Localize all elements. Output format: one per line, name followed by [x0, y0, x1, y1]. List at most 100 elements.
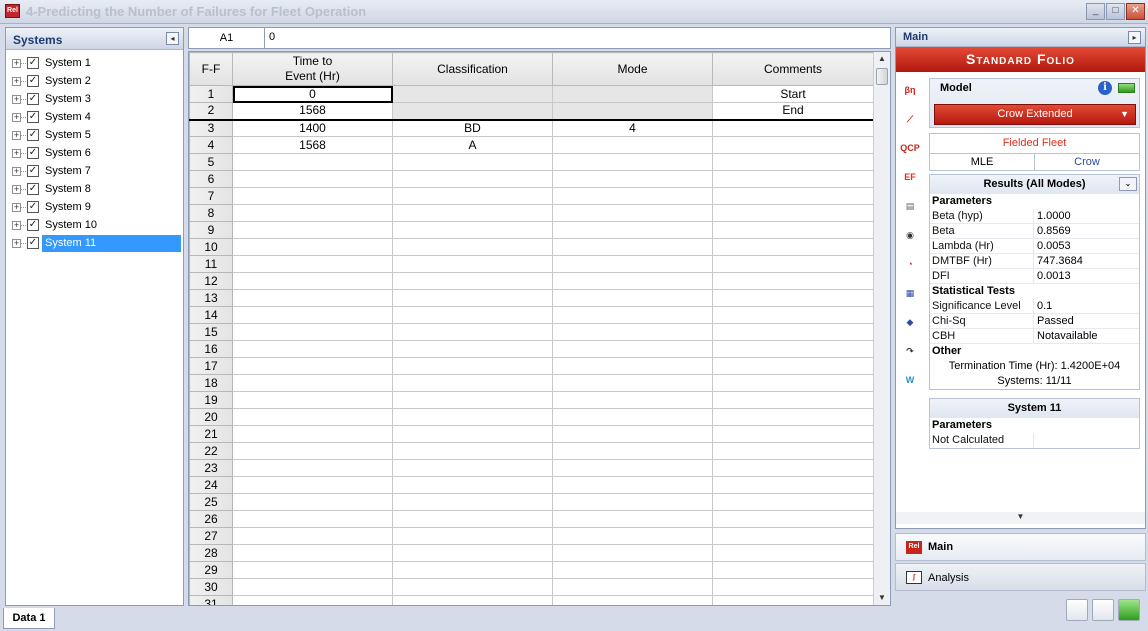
cell-cls[interactable]	[392, 187, 553, 205]
collapse-left-button[interactable]: ◂	[166, 32, 179, 45]
cell-comment[interactable]	[712, 442, 874, 460]
row-header[interactable]: 24	[189, 476, 233, 494]
checkbox[interactable]: ✓	[27, 237, 39, 249]
row-header[interactable]: 25	[189, 493, 233, 511]
cell-mode[interactable]	[552, 527, 713, 545]
collapse-right-button[interactable]: ▸	[1128, 31, 1141, 44]
expand-icon[interactable]: +	[12, 58, 21, 68]
cell-time[interactable]	[232, 255, 393, 273]
cell-mode[interactable]	[552, 442, 713, 460]
cell-time[interactable]	[232, 221, 393, 239]
cell-time[interactable]	[232, 561, 393, 579]
cell-time[interactable]	[232, 323, 393, 341]
row-header[interactable]: 29	[189, 561, 233, 579]
sheet-tab-data1[interactable]: Data 1	[3, 608, 55, 629]
row-header[interactable]: 2	[189, 102, 233, 121]
tree-item-system-1[interactable]: + ✓ System 1	[6, 54, 183, 72]
row-header[interactable]: 21	[189, 425, 233, 443]
cell-mode[interactable]	[552, 323, 713, 341]
qcp-icon[interactable]: QCP	[899, 136, 921, 160]
cell-cls[interactable]	[392, 442, 553, 460]
cell-mode[interactable]	[552, 238, 713, 256]
cell-mode[interactable]	[552, 255, 713, 273]
cell-mode[interactable]	[552, 408, 713, 426]
cell-time[interactable]	[232, 340, 393, 358]
cell-cls[interactable]: A	[392, 136, 553, 154]
ef-icon[interactable]: EF	[899, 165, 921, 189]
cell-mode[interactable]	[552, 170, 713, 188]
cell-time[interactable]	[232, 391, 393, 409]
tree-item-system-3[interactable]: + ✓ System 3	[6, 90, 183, 108]
diamond-icon[interactable]	[1092, 599, 1114, 621]
cell-mode[interactable]	[552, 561, 713, 579]
cell-comment[interactable]	[712, 238, 874, 256]
cell-time[interactable]	[232, 544, 393, 562]
checkbox[interactable]: ✓	[27, 75, 39, 87]
cell-cls[interactable]	[392, 289, 553, 307]
minimize-button[interactable]: _	[1086, 3, 1105, 20]
cell-mode[interactable]	[552, 85, 713, 103]
expand-icon[interactable]: +	[12, 184, 21, 194]
cell-cls[interactable]	[392, 204, 553, 222]
cell-cls[interactable]	[392, 391, 553, 409]
tree-item-system-5[interactable]: + ✓ System 5	[6, 126, 183, 144]
green-bar-icon[interactable]	[1118, 83, 1135, 93]
cell-comment[interactable]	[712, 170, 874, 188]
close-button[interactable]: ✕	[1126, 3, 1145, 20]
model-dropdown[interactable]: Crow Extended ▼	[934, 104, 1136, 125]
cell-comment[interactable]	[712, 221, 874, 239]
cell-cls[interactable]	[392, 425, 553, 443]
cell-comment[interactable]	[712, 425, 874, 443]
cell-time[interactable]	[232, 493, 393, 511]
cell-comment[interactable]	[712, 595, 874, 605]
row-header[interactable]: 17	[189, 357, 233, 375]
scroll-down-arrow[interactable]: ▼	[874, 591, 890, 605]
tree-item-system-8[interactable]: + ✓ System 8	[6, 180, 183, 198]
row-header[interactable]: 26	[189, 510, 233, 528]
cell-comment[interactable]: Start	[712, 85, 874, 103]
cell-mode[interactable]	[552, 289, 713, 307]
cell-comment[interactable]	[712, 255, 874, 273]
scroll-thumb[interactable]	[876, 68, 888, 85]
row-header[interactable]: 28	[189, 544, 233, 562]
cell-cls[interactable]	[392, 102, 553, 121]
cell-time[interactable]: 1568	[232, 102, 393, 121]
cell-cls[interactable]	[392, 221, 553, 239]
cell-time[interactable]	[232, 527, 393, 545]
row-header[interactable]: 14	[189, 306, 233, 324]
row-header[interactable]: 7	[189, 187, 233, 205]
tree-item-system-10[interactable]: + ✓ System 10	[6, 216, 183, 234]
row-header[interactable]: 4	[189, 136, 233, 154]
checkbox[interactable]: ✓	[27, 201, 39, 213]
cell-mode[interactable]	[552, 476, 713, 494]
column-header-2[interactable]: Classification	[392, 52, 553, 86]
cell-comment[interactable]	[712, 578, 874, 596]
cell-mode[interactable]	[552, 153, 713, 171]
row-header[interactable]: 30	[189, 578, 233, 596]
row-header[interactable]: 1	[189, 85, 233, 103]
cell-comment[interactable]	[712, 476, 874, 494]
cell-mode[interactable]	[552, 136, 713, 154]
cell-cls[interactable]	[392, 255, 553, 273]
row-header[interactable]: 16	[189, 340, 233, 358]
row-header[interactable]: 9	[189, 221, 233, 239]
cell-cls[interactable]	[392, 527, 553, 545]
cell-mode[interactable]	[552, 510, 713, 528]
cell-time[interactable]: 1568	[232, 136, 393, 154]
maximize-button[interactable]: □	[1106, 3, 1125, 20]
checkbox[interactable]: ✓	[27, 93, 39, 105]
cell-comment[interactable]	[712, 204, 874, 222]
tree-item-system-6[interactable]: + ✓ System 6	[6, 144, 183, 162]
cell-cls[interactable]	[392, 170, 553, 188]
scroll-up-arrow[interactable]: ▲	[874, 52, 890, 66]
cell-comment[interactable]	[712, 306, 874, 324]
graph-icon[interactable]: ▦	[899, 281, 921, 305]
cell-comment[interactable]	[712, 272, 874, 290]
results-dropdown-button[interactable]: ⌄	[1119, 177, 1137, 191]
panel-scroll-down-icon[interactable]: ▼	[896, 512, 1145, 524]
cell-cls[interactable]	[392, 544, 553, 562]
cell-time[interactable]	[232, 425, 393, 443]
row-header[interactable]: 6	[189, 170, 233, 188]
row-header[interactable]: 15	[189, 323, 233, 341]
cell-comment[interactable]	[712, 119, 874, 137]
